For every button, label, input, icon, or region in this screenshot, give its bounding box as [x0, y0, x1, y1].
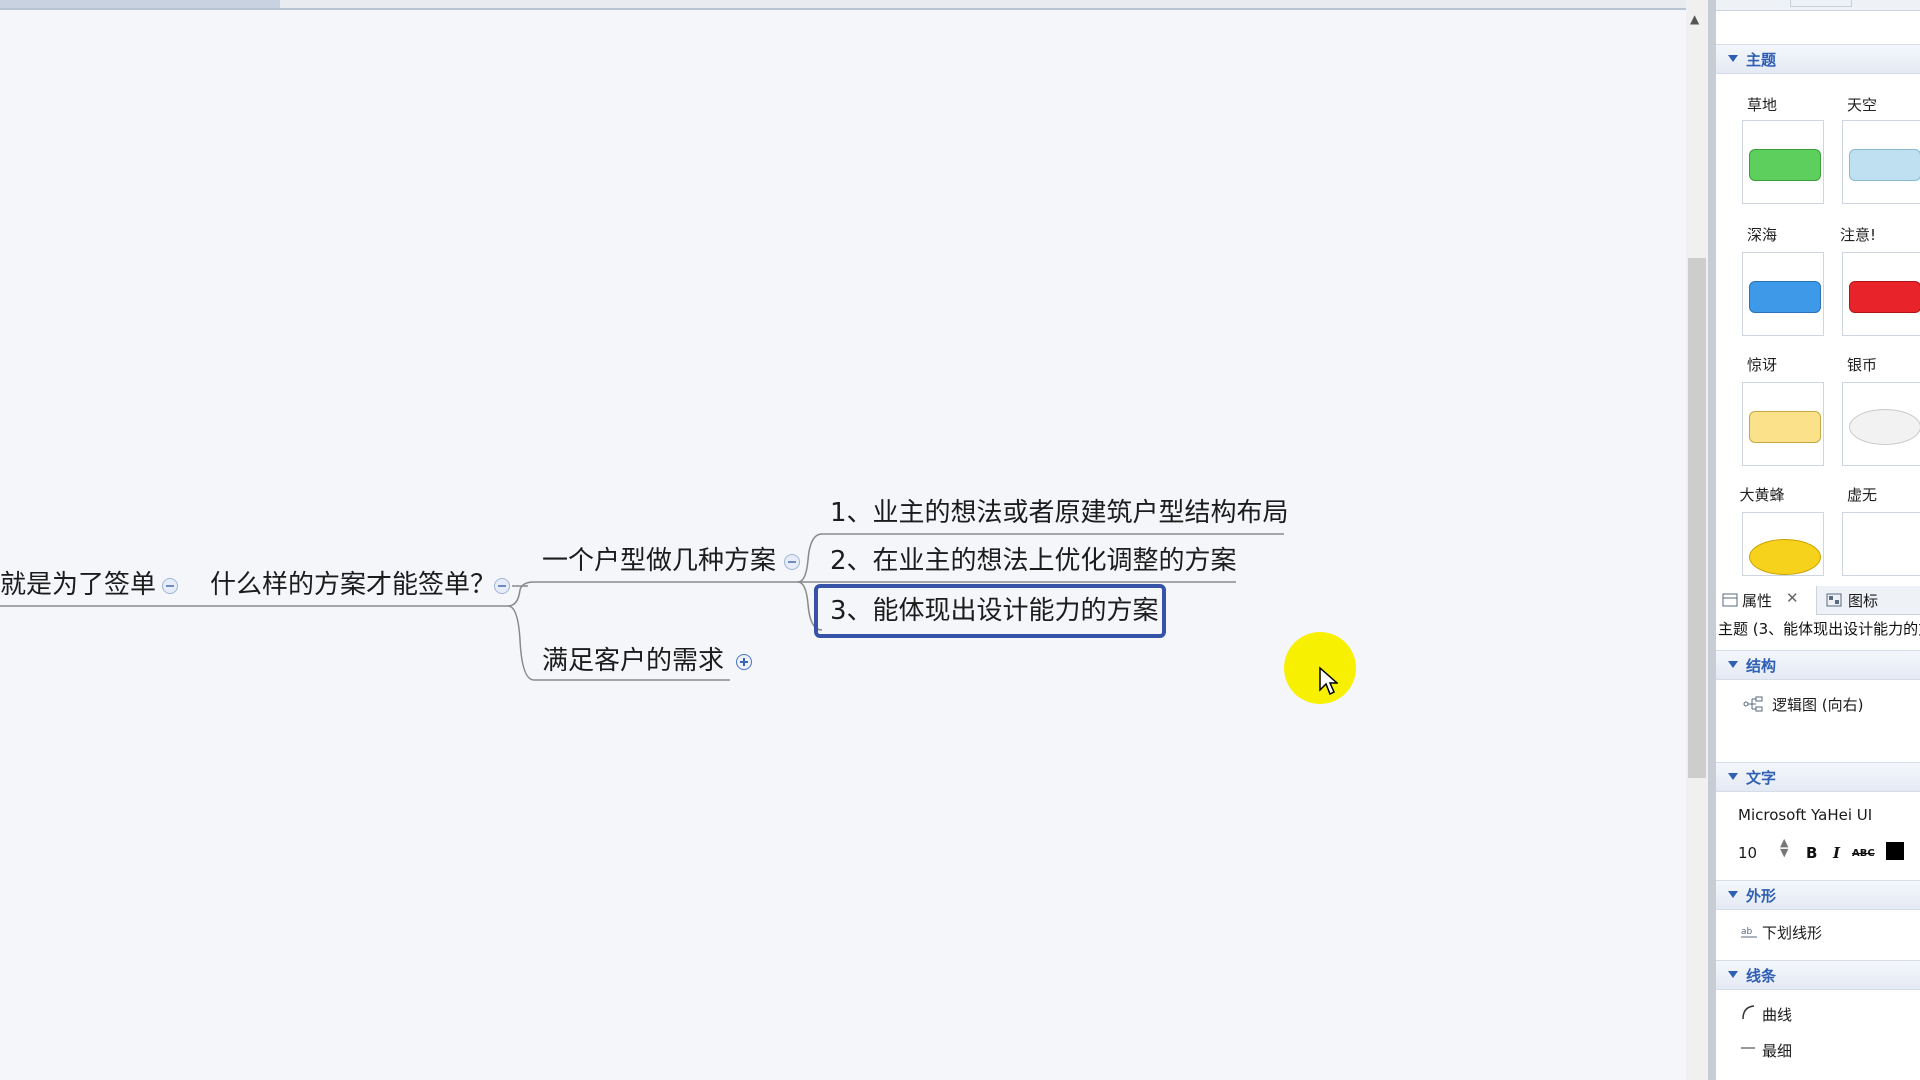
thin-line-icon	[1741, 1047, 1755, 1049]
theme-swatch	[1849, 281, 1920, 313]
level2-topic-schemes[interactable]: 一个户型做几种方案	[542, 546, 776, 576]
structure-value[interactable]: 逻辑图 (向右)	[1772, 694, 1863, 715]
line-width-value[interactable]: 最细	[1762, 1040, 1792, 1061]
theme-swatch	[1749, 149, 1821, 181]
italic-button[interactable]: I	[1833, 844, 1840, 862]
level2-topic-needs[interactable]: 满足客户的需求	[542, 646, 724, 676]
properties-subtitle: 主题 (3、能体现出设计能力的方	[1718, 620, 1920, 638]
font-name-select[interactable]: Microsoft YaHei UI	[1738, 806, 1872, 824]
panel-divider[interactable]	[1708, 0, 1716, 1080]
theme-card-deep-sea[interactable]	[1742, 252, 1824, 336]
font-size-spinner-icon[interactable]: ▲ ▼	[1780, 837, 1788, 858]
underline-shape-icon: ab	[1741, 927, 1757, 938]
theme-swatch	[1749, 411, 1821, 443]
theme-section-header[interactable]: 主题	[1716, 44, 1920, 74]
collapse-triangle-icon	[1728, 661, 1738, 668]
level1-to-level2b-connector	[507, 605, 535, 681]
theme-card-void[interactable]	[1842, 512, 1920, 576]
theme-card-sky[interactable]	[1842, 120, 1920, 204]
tab-icons[interactable]: 图标	[1826, 586, 1920, 614]
collapse-triangle-icon	[1728, 773, 1738, 780]
shape-value[interactable]: 下划线形	[1762, 922, 1822, 943]
theme-card-surprise[interactable]	[1742, 382, 1824, 466]
theme-card-attention[interactable]	[1842, 252, 1920, 336]
level3-topic-2[interactable]: 2、在业主的想法上优化调整的方案	[830, 546, 1237, 576]
root-collapse-button[interactable]	[162, 578, 178, 594]
curve-line-icon	[1742, 1005, 1755, 1020]
font-color-swatch[interactable]	[1886, 842, 1904, 860]
level1-topic[interactable]: 什么样的方案才能签单？	[210, 570, 496, 600]
panel-top-tab[interactable]	[1790, 0, 1852, 7]
theme-label-deep-sea: 深海	[1746, 226, 1777, 244]
properties-icon	[1722, 593, 1738, 607]
level2a-to-item1-connector	[797, 533, 823, 583]
level2-collapse-button[interactable]	[784, 554, 800, 570]
svg-text:ab: ab	[1741, 927, 1753, 937]
bold-button[interactable]: B	[1806, 844, 1817, 862]
theme-label-void: 虚无	[1846, 486, 1877, 504]
root-topic[interactable]: 就是为了签单	[0, 570, 156, 600]
side-panel: 主题 草地 天空 深海 注意! 惊讶 银币 大黄蜂 虚无 属性 ✕ 图标 主题 …	[1716, 0, 1920, 1080]
font-size-input[interactable]: 10	[1738, 844, 1757, 862]
tab-properties[interactable]: 属性 ✕	[1716, 586, 1817, 615]
theme-label-surprise: 惊讶	[1746, 356, 1777, 374]
structure-section-header[interactable]: 结构	[1716, 650, 1920, 680]
text-section-header[interactable]: 文字	[1716, 762, 1920, 792]
close-tab-icon[interactable]: ✕	[1786, 589, 1799, 607]
mindmap-canvas[interactable]: 就是为了签单 什么样的方案才能签单？ 一个户型做几种方案 满足客户的需求 1、业…	[0, 0, 1686, 1080]
line-style-value[interactable]: 曲线	[1762, 1004, 1792, 1025]
strikethrough-button[interactable]: ABC	[1852, 848, 1875, 859]
scrollbar-thumb[interactable]	[1688, 258, 1706, 778]
collapse-triangle-icon	[1728, 971, 1738, 978]
logic-chart-icon	[1743, 696, 1763, 712]
theme-label-bumblebee: 大黄蜂	[1739, 486, 1785, 504]
theme-label-attention: 注意!	[1839, 226, 1876, 244]
theme-card-silver[interactable]	[1842, 382, 1920, 466]
collapse-triangle-icon	[1728, 891, 1738, 898]
theme-label-grass: 草地	[1746, 96, 1777, 114]
shape-section-header[interactable]: 外形	[1716, 880, 1920, 910]
scroll-up-arrow-icon[interactable]: ▲	[1690, 12, 1699, 26]
collapse-triangle-icon	[1728, 55, 1738, 62]
line-section-header[interactable]: 线条	[1716, 960, 1920, 990]
icons-tab-icon	[1826, 593, 1842, 607]
connector-lines	[0, 533, 1284, 681]
theme-label-sky: 天空	[1846, 96, 1877, 114]
level1-collapse-button[interactable]	[494, 578, 510, 594]
level3-topic-3[interactable]: 3、能体现出设计能力的方案	[830, 596, 1159, 626]
theme-swatch	[1749, 281, 1821, 313]
theme-card-bumblebee[interactable]	[1742, 512, 1824, 576]
level3-topic-1[interactable]: 1、业主的想法或者原建筑户型结构布局	[830, 498, 1289, 528]
theme-swatch	[1849, 149, 1920, 181]
mouse-pointer-icon	[1319, 666, 1338, 696]
level2-expand-button[interactable]	[736, 654, 752, 670]
theme-swatch	[1749, 539, 1821, 575]
theme-card-grass[interactable]	[1742, 120, 1824, 204]
theme-swatch	[1849, 409, 1920, 445]
theme-label-silver: 银币	[1846, 356, 1877, 374]
